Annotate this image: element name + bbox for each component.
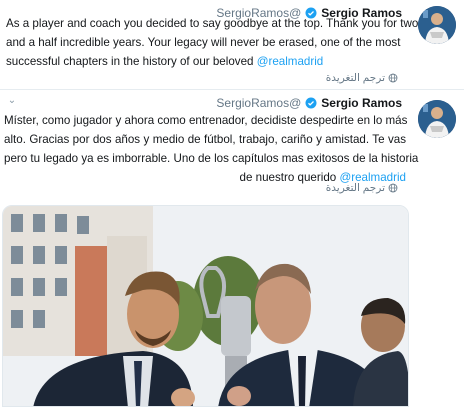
tweet-line: Míster, como jugador y ahora como entren… [4,114,408,127]
tweet-line: As a player and coach you decided to say… [6,17,419,30]
user-name[interactable]: Sergio Ramos [321,96,402,110]
tweet-text: Míster, como jugador y ahora como entren… [4,111,419,187]
user-handle[interactable]: SergioRamos@ [216,96,301,110]
globe-icon [388,73,398,83]
avatar[interactable] [418,6,456,44]
tweet-header: SergioRamos@ Sergio Ramos [216,96,402,110]
tweet-line: and a half incredible years. Your legacy… [6,36,401,49]
translate-label[interactable]: ترجم التغريدة [326,182,385,194]
tweet-photo[interactable] [2,205,409,407]
tweet-original[interactable]: ⌄ SergioRamos@ Sergio Ramos Míster, como… [0,90,464,407]
tweet-line: de nuestro querido [239,171,337,184]
globe-icon [388,183,398,193]
verified-badge-icon [305,97,317,109]
tweet-line-last: successful chapters in the history of ou… [6,52,414,71]
chevron-down-icon[interactable]: ⌄ [6,96,18,106]
translate-tweet-link[interactable]: ترجم التغريدة [326,182,398,194]
tweet-line: successful chapters in the history of ou… [6,55,254,68]
translate-label[interactable]: ترجم التغريدة [326,72,385,84]
tweet-line: alto. Gracias por dos años y medio de fú… [4,133,406,146]
tweet-line: pero tu legado ya es imborrable. Uno de … [4,152,419,165]
mention-link[interactable]: @realmadrid [257,55,324,68]
tweet-translation[interactable]: SergioRamos@ Sergio Ramos As a player an… [0,0,464,90]
tweet-text: As a player and coach you decided to say… [6,14,419,71]
avatar[interactable] [418,100,456,138]
translate-tweet-link[interactable]: ترجم التغريدة [326,72,398,84]
